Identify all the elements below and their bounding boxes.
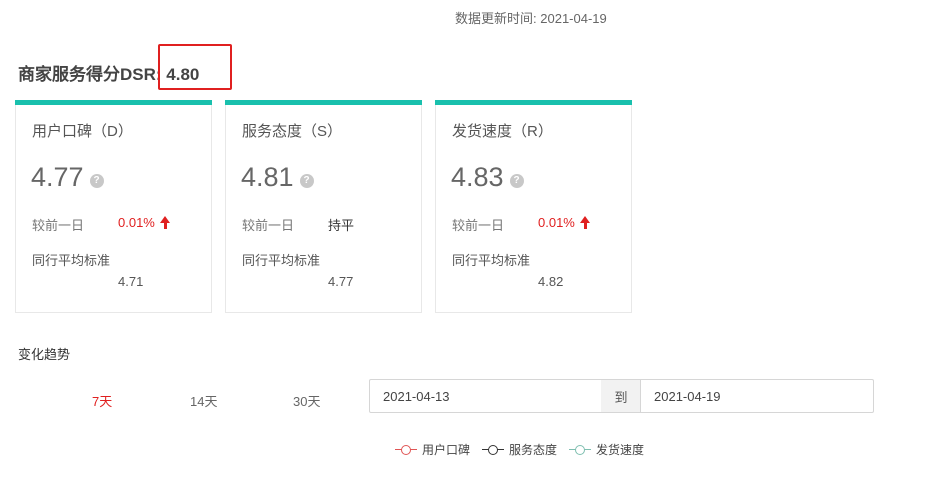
legend-item-r[interactable]: 发货速度 [569, 441, 644, 458]
chart-legend: 用户口碑 服务态度 发货速度 [395, 441, 656, 458]
start-date-input[interactable]: 2021-04-13 [369, 379, 602, 413]
dsr-label: 商家服务得分DSR: [18, 65, 162, 84]
card-score: 4.83 ? [451, 162, 524, 193]
compare-value: 0.01% [538, 215, 591, 230]
card-score-value: 4.83 [451, 162, 504, 192]
question-icon[interactable]: ? [89, 173, 104, 188]
card-score: 4.81 ? [241, 162, 314, 193]
legend-label: 发货速度 [596, 443, 645, 457]
compare-label: 较前一日 [32, 218, 85, 233]
card-accent-bar [225, 100, 422, 105]
legend-item-s[interactable]: 服务态度 [482, 441, 557, 458]
industry-average-value: 4.71 [118, 274, 144, 289]
compare-value: 持平 [328, 215, 354, 234]
legend-label: 用户口碑 [422, 443, 471, 457]
legend-item-d[interactable]: 用户口碑 [395, 441, 470, 458]
card-title: 用户口碑（D） [32, 123, 133, 140]
legend-label: 服务态度 [509, 443, 558, 457]
card-title: 服务态度（S） [242, 123, 343, 140]
industry-average-label: 同行平均标准 [242, 253, 321, 268]
card-score: 4.77 ? [31, 162, 104, 193]
question-icon[interactable]: ? [509, 173, 524, 188]
score-card-s: 服务态度（S） 4.81 ? 较前一日 持平 同行平均标准 4.77 [225, 100, 422, 313]
industry-average-label: 同行平均标准 [32, 253, 111, 268]
update-time-value: 2021-04-19 [540, 11, 607, 26]
score-card-d: 用户口碑（D） 4.77 ? 较前一日 0.01% 同行平均标准 4.71 [15, 100, 212, 313]
compare-value-text: 0.01% [538, 215, 575, 230]
industry-average-label: 同行平均标准 [452, 253, 531, 268]
score-card-r: 发货速度（R） 4.83 ? 较前一日 0.01% 同行平均标准 4.82 [435, 100, 632, 313]
range-tab-30d[interactable]: 30天 [293, 391, 320, 410]
industry-average-value: 4.77 [328, 274, 354, 289]
compare-label: 较前一日 [452, 218, 505, 233]
card-score-value: 4.77 [31, 162, 84, 192]
update-time: 数据更新时间: 2021-04-19 [455, 8, 607, 27]
legend-marker-icon [569, 444, 592, 455]
industry-average-value: 4.82 [538, 274, 564, 289]
arrow-up-icon [159, 216, 171, 229]
range-tab-14d[interactable]: 14天 [190, 391, 217, 410]
legend-marker-icon [395, 444, 417, 455]
date-range-separator: 到 [601, 379, 641, 413]
card-score-value: 4.81 [241, 162, 294, 192]
compare-label: 较前一日 [242, 218, 295, 233]
question-icon[interactable]: ? [299, 173, 314, 188]
compare-value-text: 0.01% [118, 215, 155, 230]
card-accent-bar [15, 100, 212, 105]
arrow-up-icon [579, 216, 591, 229]
end-date-input[interactable]: 2021-04-19 [640, 379, 874, 413]
card-title: 发货速度（R） [452, 123, 553, 140]
card-accent-bar [435, 100, 632, 105]
compare-value: 0.01% [118, 215, 171, 230]
range-tab-7d[interactable]: 7天 [92, 391, 112, 410]
legend-marker-icon [482, 444, 505, 455]
update-time-label: 数据更新时间: [455, 11, 537, 26]
trend-section-title: 变化趋势 [18, 347, 71, 362]
compare-value-text: 持平 [328, 218, 355, 233]
dsr-highlight-box [158, 44, 232, 90]
